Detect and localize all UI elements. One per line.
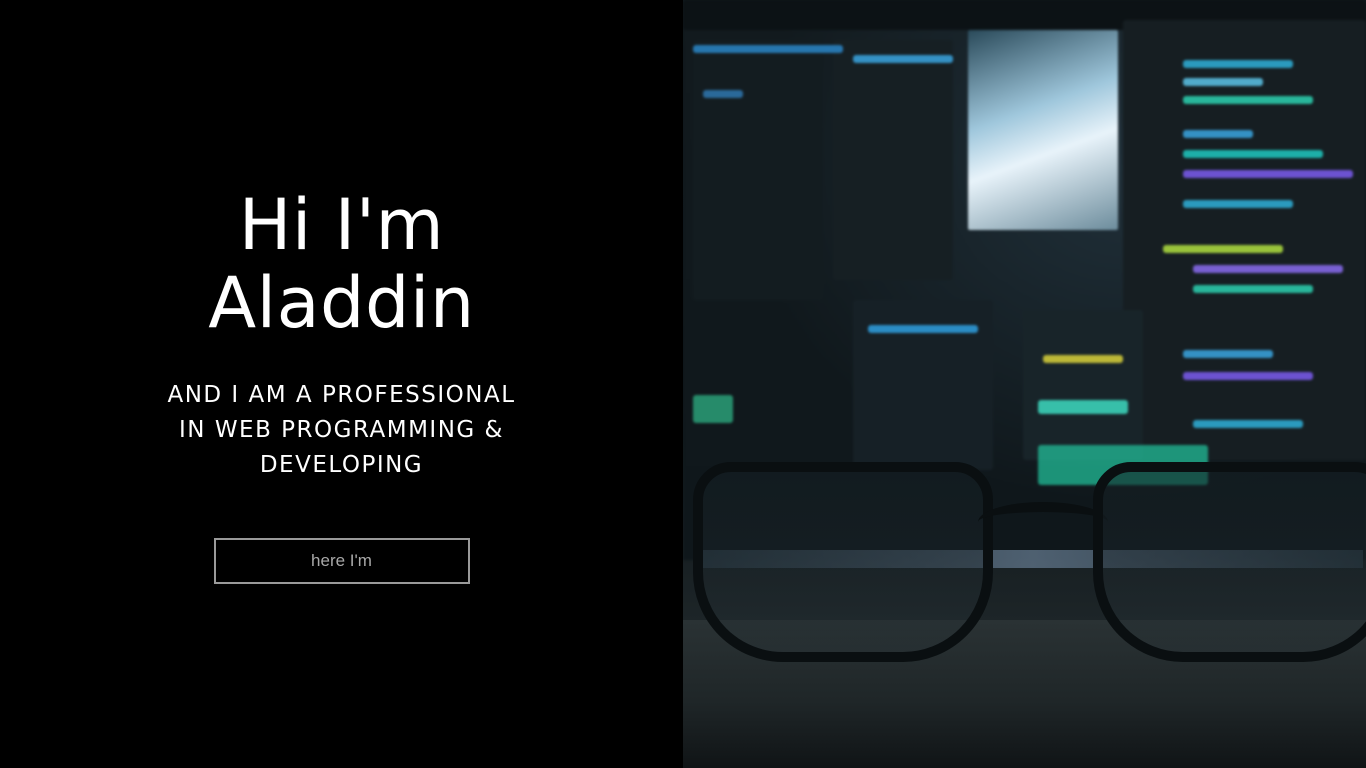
eyeglasses-graphic	[693, 462, 1366, 672]
subtitle-line-2: IN WEB PROGRAMMING &	[179, 417, 504, 443]
subtitle-line-3: DEVELOPING	[259, 452, 424, 478]
hero-image	[683, 0, 1366, 768]
hero-section: Hi I'm Aladdin AND I AM A PROFESSIONAL I…	[0, 0, 1366, 768]
headline-line-1: Hi I'm	[238, 184, 445, 266]
hero-headline: Hi I'm Aladdin	[208, 186, 474, 342]
hero-subtitle: AND I AM A PROFESSIONAL IN WEB PROGRAMMI…	[132, 378, 552, 483]
hero-text-panel: Hi I'm Aladdin AND I AM A PROFESSIONAL I…	[0, 0, 683, 768]
here-im-button[interactable]: here I'm	[213, 538, 470, 584]
video-preview-graphic	[968, 30, 1118, 230]
subtitle-line-1: AND I AM A PROFESSIONAL	[167, 382, 516, 408]
headline-line-2: Aladdin	[208, 262, 475, 344]
